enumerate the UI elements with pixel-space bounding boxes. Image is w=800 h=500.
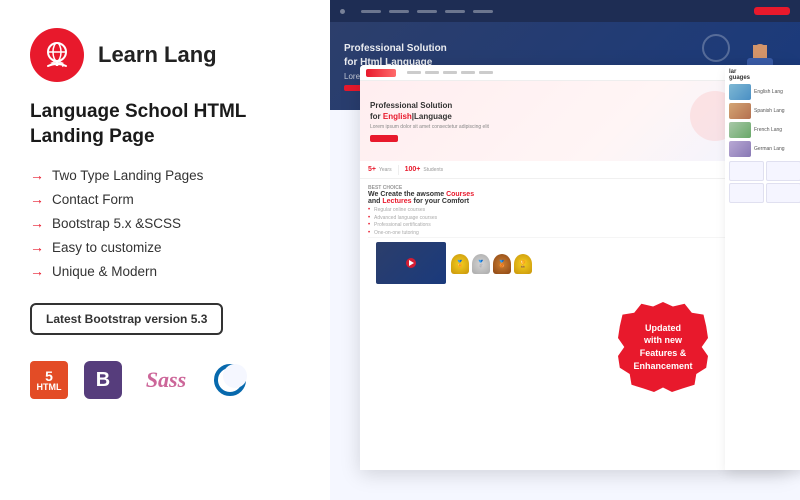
- preview-logo-small: [366, 69, 396, 77]
- logo-circle: [30, 28, 84, 82]
- preview-nav-link: [479, 71, 493, 74]
- item-image: [729, 122, 751, 138]
- item-image: [729, 84, 751, 100]
- item-text: German Lang: [754, 146, 785, 153]
- right-col-item: Spanish Lang: [729, 103, 800, 119]
- list-item: → Easy to customize: [30, 239, 300, 255]
- preview-nav-link: [425, 71, 439, 74]
- list-item: → Two Type Landing Pages: [30, 167, 300, 183]
- sticker-shape: Updated with new Features & Enhancement: [618, 302, 708, 392]
- medal-4: 🏆: [514, 254, 532, 274]
- list-item: → Bootstrap 5.x &SCSS: [30, 215, 300, 231]
- item-image: [729, 141, 751, 157]
- medal-bronze: 🥉: [493, 254, 511, 274]
- right-card: [729, 183, 764, 203]
- nav-item: [473, 10, 493, 13]
- update-sticker: Updated with new Features & Enhancement: [618, 302, 708, 392]
- nav-item: [417, 10, 437, 13]
- preview-nav-link: [443, 71, 457, 74]
- right-panel: Professional Solutionfor Html Language L…: [330, 0, 800, 500]
- html5-icon: 5 HTML: [30, 361, 68, 399]
- arrow-icon: →: [30, 215, 44, 231]
- medals-row: 🏅 🥈 🥉 🏆: [451, 254, 532, 274]
- list-item: → Contact Form: [30, 191, 300, 207]
- preview-hero-btn: [370, 135, 398, 142]
- logo-icon: [42, 40, 72, 70]
- content-title: BEST CHOICE We Create the awsome Courses…: [368, 185, 770, 205]
- medal-gold: 🏅: [451, 254, 469, 274]
- list-item: Professional certifications: [368, 222, 770, 228]
- preview-nav-link: [407, 71, 421, 74]
- list-item: Regular online courses: [368, 207, 770, 213]
- right-card: [766, 161, 800, 181]
- stat-divider: [398, 165, 399, 175]
- item-text: Spanish Lang: [754, 108, 785, 115]
- item-image: [729, 103, 751, 119]
- right-card: [729, 161, 764, 181]
- right-cards: [729, 161, 800, 203]
- logo-title: Learn Lang: [98, 42, 217, 68]
- item-text: French Lang: [754, 127, 782, 134]
- preview-nav-links: [407, 71, 493, 74]
- bootstrap-badge[interactable]: Latest Bootstrap version 5.3: [30, 303, 223, 335]
- list-item: One-on-one tutoring: [368, 230, 770, 236]
- right-col-item: French Lang: [729, 122, 800, 138]
- arrow-icon: →: [30, 167, 44, 183]
- right-col-title: larguages: [729, 69, 800, 81]
- stat-years: 5+ Years: [368, 166, 392, 173]
- nav-dot: [340, 9, 345, 14]
- sticker-text: Updated with new Features & Enhancement: [633, 322, 692, 372]
- arrow-icon: →: [30, 263, 44, 279]
- preview-top-nav: [330, 0, 800, 22]
- logo-row: Learn Lang: [30, 28, 300, 82]
- nav-cta-btn-small: [754, 7, 790, 15]
- item-text: English Lang: [754, 89, 783, 96]
- decorative-circle: [702, 34, 730, 62]
- left-panel: Learn Lang Language School HTML Landing …: [0, 0, 330, 500]
- stat-students: 100+ Students: [405, 166, 444, 173]
- medal-silver: 🥈: [472, 254, 490, 274]
- content-list: Regular online courses Advanced language…: [368, 207, 770, 236]
- nav-bar-items: [361, 10, 493, 13]
- list-item: → Unique & Modern: [30, 263, 300, 279]
- sass-icon: Sass: [138, 361, 194, 399]
- nav-item: [361, 10, 381, 13]
- preview-right-column: larguages English Lang Spanish Lang Fren…: [725, 65, 800, 470]
- video-thumbnail: [376, 242, 446, 284]
- nav-item: [445, 10, 465, 13]
- tech-icons-row: 5 HTML B Sass: [30, 361, 300, 399]
- jquery-icon: [210, 361, 250, 399]
- arrow-icon: →: [30, 239, 44, 255]
- preview-hero-content: Professional Solutionfor English|Languag…: [370, 100, 730, 142]
- features-list: → Two Type Landing Pages → Contact Form …: [30, 167, 300, 287]
- preview-left-content: BEST CHOICE We Create the awsome Courses…: [360, 179, 779, 470]
- list-item: Advanced language courses: [368, 215, 770, 221]
- arrow-icon: →: [30, 191, 44, 207]
- right-col-item: English Lang: [729, 84, 800, 100]
- preview-nav-link: [461, 71, 475, 74]
- preview-hero-desc: Lorem ipsum dolor sit amet consectetur a…: [370, 124, 730, 131]
- medals-section: 🏅 🥈 🥉 🏆: [451, 251, 532, 274]
- right-card: [766, 183, 800, 203]
- nav-item: [389, 10, 409, 13]
- right-col-item: German Lang: [729, 141, 800, 157]
- main-heading: Language School HTML Landing Page: [30, 100, 300, 149]
- preview-hero-title: Professional Solutionfor English|Languag…: [370, 100, 730, 122]
- play-button[interactable]: [406, 258, 416, 268]
- right-col-items: English Lang Spanish Lang French Lang Ge…: [729, 84, 800, 157]
- bootstrap-icon: B: [84, 361, 122, 399]
- preview-video-area: 🏅 🥈 🥉 🏆: [368, 237, 770, 287]
